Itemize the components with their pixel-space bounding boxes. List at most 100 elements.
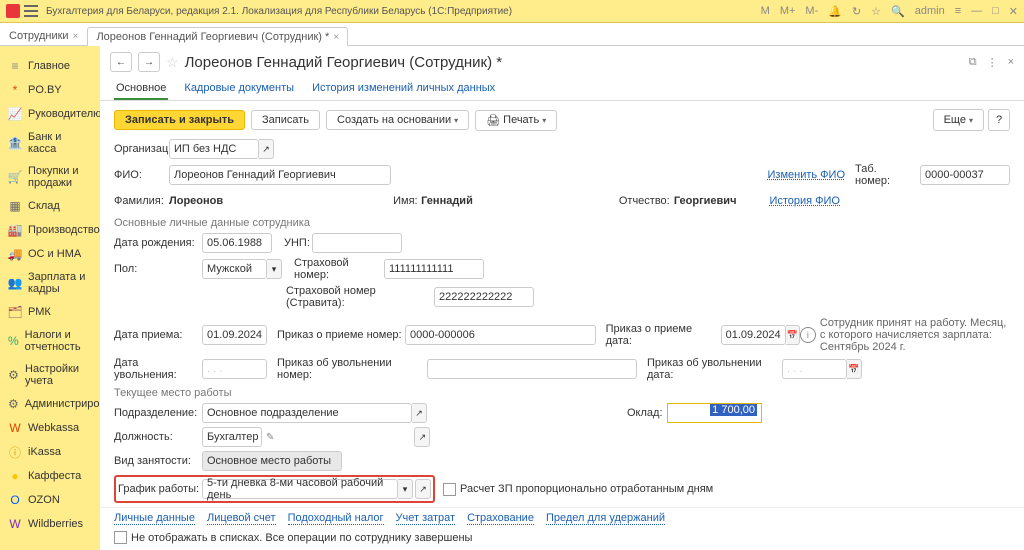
- sidebar-icon: 🏦: [8, 136, 22, 150]
- sidebar-item-17[interactable]: WWildberries: [0, 512, 100, 536]
- tab-employee-card[interactable]: Лореонов Геннадий Георгиевич (Сотрудник)…: [87, 27, 348, 46]
- sidebar-item-1[interactable]: *PO.BY: [0, 78, 100, 102]
- hire-order-date-field[interactable]: 01.09.2024: [721, 325, 786, 345]
- sidebar-label: iKassa: [28, 446, 61, 458]
- menu-icon[interactable]: [24, 5, 38, 17]
- hire-order-field[interactable]: 0000-000006: [405, 325, 596, 345]
- mem-mminus[interactable]: M-: [805, 5, 818, 17]
- sidebar-item-4[interactable]: 🛒Покупки и продажи: [0, 160, 100, 194]
- search-icon[interactable]: 🔍: [891, 5, 905, 18]
- stravita-field[interactable]: 222222222222: [434, 287, 534, 307]
- fire-date-field[interactable]: . . .: [202, 359, 267, 379]
- mem-mplus[interactable]: M+: [780, 5, 796, 17]
- bottom-link-4[interactable]: Страхование: [467, 512, 534, 525]
- bell-icon[interactable]: 🔔: [828, 5, 842, 18]
- fire-order-date-field[interactable]: . . .: [782, 359, 847, 379]
- lastname-label: Фамилия:: [114, 195, 169, 207]
- hide-in-lists-checkbox[interactable]: [114, 531, 127, 544]
- emp-type-field[interactable]: Основное место работы: [202, 451, 342, 471]
- dept-label: Подразделение:: [114, 407, 202, 419]
- forward-button[interactable]: →: [138, 52, 160, 72]
- schedule-open-button[interactable]: ↗: [415, 479, 431, 499]
- hire-date-field[interactable]: 01.09.2024: [202, 325, 267, 345]
- sidebar-label: Руководителю: [28, 108, 100, 120]
- close-tab-icon[interactable]: ×: [333, 32, 339, 43]
- dept-field[interactable]: Основное подразделение: [202, 403, 412, 423]
- sidebar-item-13[interactable]: WWebkassa: [0, 416, 100, 440]
- sidebar-item-9[interactable]: 🗂РМК: [0, 300, 100, 324]
- edit-icon[interactable]: ✎: [266, 432, 274, 443]
- subtab-hr-docs[interactable]: Кадровые документы: [182, 78, 296, 100]
- sidebar-item-14[interactable]: ⓘiKassa: [0, 440, 100, 464]
- bottom-link-5[interactable]: Предел для удержаний: [546, 512, 665, 525]
- fio-label: ФИО:: [114, 169, 169, 181]
- back-button[interactable]: ←: [110, 52, 132, 72]
- minimize-icon[interactable]: —: [971, 5, 982, 17]
- sidebar-item-15[interactable]: ●Каффеста: [0, 464, 100, 488]
- sidebar-icon: ▦: [8, 199, 22, 213]
- sidebar-item-8[interactable]: 👥Зарплата и кадры: [0, 266, 100, 300]
- unp-field[interactable]: [312, 233, 402, 253]
- help-button[interactable]: ?: [988, 109, 1010, 131]
- emp-type-label: Вид занятости:: [114, 455, 202, 467]
- settings-icon[interactable]: ≡: [955, 5, 961, 17]
- bottom-link-2[interactable]: Подоходный налог: [288, 512, 384, 525]
- save-close-button[interactable]: Записать и закрыть: [114, 110, 245, 130]
- tabnum-field[interactable]: 0000-00037: [920, 165, 1010, 185]
- more-button[interactable]: Еще▾: [933, 109, 984, 131]
- print-icon: 🖨: [486, 114, 500, 127]
- change-fio-link[interactable]: Изменить ФИО: [768, 169, 846, 181]
- subtab-main[interactable]: Основное: [114, 78, 168, 100]
- salary-field[interactable]: 1 700,00: [667, 403, 762, 423]
- sidebar-item-6[interactable]: 🏭Производство: [0, 218, 100, 242]
- fire-order-field[interactable]: [427, 359, 637, 379]
- star-icon[interactable]: ☆: [871, 5, 881, 18]
- tab-employees[interactable]: Сотрудники×: [0, 26, 87, 45]
- print-button[interactable]: 🖨Печать▾: [475, 110, 557, 131]
- save-button[interactable]: Записать: [251, 110, 320, 130]
- ins-field[interactable]: 111111111111: [384, 259, 484, 279]
- sex-dropdown-icon[interactable]: ▾: [267, 259, 282, 279]
- org-open-button[interactable]: ↗: [259, 139, 274, 159]
- sidebar-item-0[interactable]: ≡Главное: [0, 54, 100, 78]
- close-icon[interactable]: ✕: [1009, 5, 1018, 18]
- open-window-icon[interactable]: ⧉: [969, 56, 977, 69]
- sidebar-item-11[interactable]: ⚙Настройки учета: [0, 358, 100, 392]
- bottom-link-1[interactable]: Лицевой счет: [207, 512, 276, 525]
- sidebar-item-2[interactable]: 📈Руководителю: [0, 102, 100, 126]
- proportional-checkbox[interactable]: [443, 483, 456, 496]
- calendar-icon[interactable]: 📅: [847, 359, 862, 379]
- calendar-icon[interactable]: 📅: [786, 325, 800, 345]
- sex-field[interactable]: Мужской: [202, 259, 267, 279]
- create-from-button[interactable]: Создать на основании▾: [326, 110, 469, 130]
- sidebar-item-7[interactable]: 🚚ОС и НМА: [0, 242, 100, 266]
- schedule-dropdown-icon[interactable]: ▾: [398, 479, 413, 499]
- position-open-button[interactable]: ↗: [414, 427, 430, 447]
- options-icon[interactable]: ⋮: [987, 56, 998, 69]
- lastname-value: Лореонов: [169, 195, 223, 207]
- sidebar-icon: *: [8, 83, 22, 97]
- sidebar-item-10[interactable]: %Налоги и отчетность: [0, 324, 100, 358]
- sidebar-item-5[interactable]: ▦Склад: [0, 194, 100, 218]
- close-tab-icon[interactable]: ×: [73, 31, 79, 42]
- user-label[interactable]: admin: [915, 5, 945, 17]
- maximize-icon[interactable]: □: [992, 5, 999, 17]
- org-field[interactable]: ИП без НДС: [169, 139, 259, 159]
- fio-history-link[interactable]: История ФИО: [769, 195, 840, 207]
- app-title: Бухгалтерия для Беларуси, редакция 2.1. …: [46, 6, 761, 17]
- position-field[interactable]: Бухгалтер: [202, 427, 262, 447]
- sidebar-item-12[interactable]: ⚙Администрирование: [0, 392, 100, 416]
- dob-field[interactable]: 05.06.1988: [202, 233, 272, 253]
- bottom-link-0[interactable]: Личные данные: [114, 512, 195, 525]
- sidebar-item-3[interactable]: 🏦Банк и касса: [0, 126, 100, 160]
- bottom-link-3[interactable]: Учет затрат: [396, 512, 456, 525]
- schedule-field[interactable]: 5-ти дневка 8-ми часовой рабочий день: [202, 479, 398, 499]
- dept-open-button[interactable]: ↗: [412, 403, 427, 423]
- history-icon[interactable]: ↻: [852, 5, 861, 18]
- fio-field[interactable]: Лореонов Геннадий Георгиевич: [169, 165, 391, 185]
- mem-m[interactable]: M: [761, 5, 770, 17]
- sidebar-item-16[interactable]: OOZON: [0, 488, 100, 512]
- close-page-icon[interactable]: ×: [1008, 56, 1014, 69]
- favorite-icon[interactable]: ☆: [166, 54, 179, 71]
- subtab-history[interactable]: История изменений личных данных: [310, 78, 497, 100]
